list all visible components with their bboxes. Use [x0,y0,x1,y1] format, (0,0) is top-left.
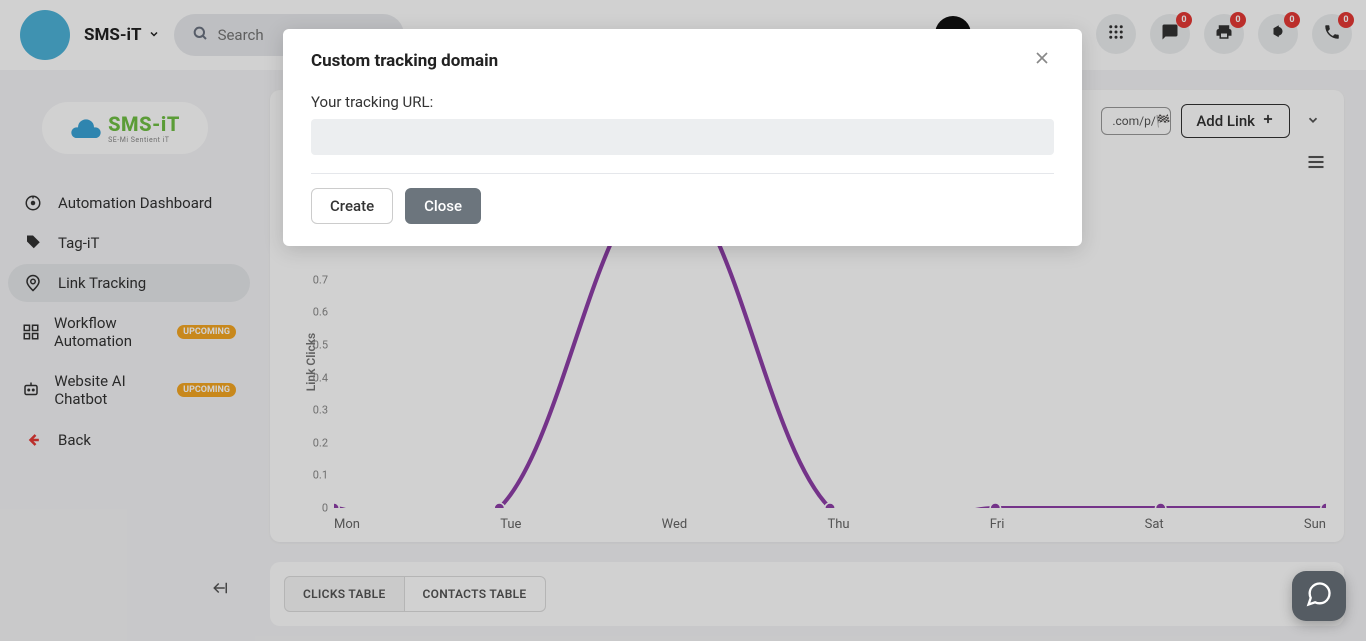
custom-tracking-domain-modal: Custom tracking domain Your tracking URL… [283,29,1082,246]
chat-widget-button[interactable] [1292,571,1346,621]
close-icon [1032,48,1052,74]
create-button[interactable]: Create [311,188,393,224]
modal-title: Custom tracking domain [311,51,498,71]
chat-bubble-icon [1305,580,1333,612]
modal-close-button[interactable] [1030,49,1054,73]
tracking-url-input[interactable] [311,119,1054,155]
close-button[interactable]: Close [405,188,481,224]
tracking-url-label: Your tracking URL: [311,93,1054,111]
